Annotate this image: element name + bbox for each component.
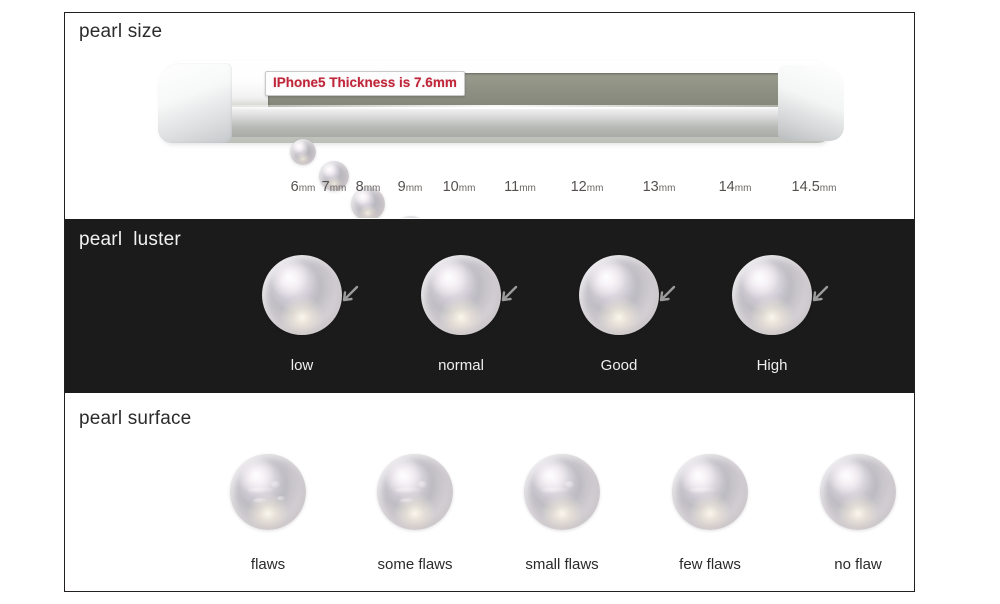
size-unit: mm — [658, 183, 676, 194]
pearl-luster-panel: pearl luster low normal Good High — [65, 219, 914, 393]
size-value: 6 — [290, 179, 299, 195]
surface-label: no flaw — [834, 556, 882, 573]
phone-left-corner — [158, 63, 232, 143]
pointer-arrow-icon — [336, 283, 360, 307]
luster-pearl — [421, 255, 501, 335]
size-label: 14.5mm — [792, 179, 837, 195]
surface-blemish — [399, 498, 415, 503]
luster-item — [262, 255, 359, 335]
surface-blemish — [277, 495, 285, 502]
luster-item — [579, 255, 676, 335]
luster-pearl — [732, 255, 812, 335]
iphone5-illustration — [158, 61, 844, 143]
size-unit: mm — [586, 183, 604, 194]
luster-label: normal — [438, 357, 484, 374]
phone-edge-highlight — [166, 105, 826, 109]
surface-pearl — [230, 454, 306, 530]
surface-blemish — [690, 487, 717, 493]
size-value: 14 — [718, 179, 735, 195]
size-label: 13mm — [643, 179, 676, 195]
size-label: 6mm — [291, 179, 316, 195]
size-unit: mm — [329, 183, 347, 194]
size-unit: mm — [519, 183, 536, 194]
phone-right-corner — [778, 65, 844, 141]
size-pearl — [390, 216, 430, 218]
thickness-callout: IPhone5 Thickness is 7.6mm — [265, 71, 465, 96]
surface-blemish — [248, 487, 275, 493]
pearl-grading-infographic: pearl size IPhone5 Thickness is 7.6mm 6m… — [0, 0, 1000, 604]
size-value: 7 — [321, 179, 330, 195]
size-value: 10 — [442, 179, 459, 195]
surface-label: small flaws — [525, 556, 599, 573]
size-unit: mm — [363, 183, 381, 194]
size-unit: mm — [298, 183, 316, 194]
luster-label: low — [290, 357, 314, 374]
size-unit: mm — [734, 183, 752, 194]
size-value: 9 — [397, 179, 406, 195]
luster-item — [732, 255, 829, 335]
size-value: 11 — [504, 179, 520, 195]
phone-bezel — [162, 107, 830, 137]
size-unit: mm — [819, 183, 837, 194]
size-unit: mm — [405, 183, 423, 194]
size-label: 10mm — [443, 179, 476, 195]
pearl-surface-panel: pearl surface flaws some flaws small flaws… — [65, 394, 914, 591]
size-label: 14mm — [719, 179, 752, 195]
pearl-size-title: pearl size — [79, 21, 163, 42]
surface-label: flaws — [250, 556, 286, 573]
size-label: 9mm — [398, 179, 423, 195]
size-label: 7mm — [322, 179, 347, 195]
luster-pearl — [579, 255, 659, 335]
surface-blemish — [252, 498, 268, 503]
surface-blemish — [565, 481, 575, 489]
surface-pearl — [377, 454, 453, 530]
size-value: 8 — [355, 179, 364, 195]
pointer-arrow-icon — [495, 283, 519, 307]
size-value: 12 — [570, 179, 587, 195]
surface-label: some flaws — [377, 556, 453, 573]
pearl-luster-title: pearl luster — [79, 229, 181, 250]
size-pearl — [290, 139, 316, 165]
surface-blemish — [271, 481, 281, 489]
pointer-arrow-icon — [806, 283, 830, 307]
thickness-callout-text: IPhone5 Thickness is 7.6mm — [273, 75, 457, 90]
pearl-surface-title: pearl surface — [79, 408, 192, 429]
luster-label: Good — [600, 357, 638, 374]
size-label: 12mm — [571, 179, 604, 195]
size-unit: mm — [458, 183, 476, 194]
size-label: 8mm — [356, 179, 381, 195]
size-value: 14.5 — [791, 179, 820, 195]
infographic-frame: pearl size IPhone5 Thickness is 7.6mm 6m… — [64, 12, 915, 592]
surface-blemish — [418, 481, 428, 489]
surface-pearl — [820, 454, 896, 530]
luster-item — [421, 255, 518, 335]
luster-label: High — [756, 357, 788, 374]
pointer-arrow-icon — [653, 283, 677, 307]
size-value: 13 — [642, 179, 659, 195]
luster-pearl — [262, 255, 342, 335]
surface-label: few flaws — [679, 556, 741, 573]
surface-blemish — [395, 487, 422, 493]
size-label: 11mm — [504, 179, 536, 195]
surface-blemish — [542, 487, 569, 493]
surface-pearl — [524, 454, 600, 530]
surface-pearl — [672, 454, 748, 530]
pearl-size-panel: pearl size IPhone5 Thickness is 7.6mm 6m… — [65, 13, 914, 218]
